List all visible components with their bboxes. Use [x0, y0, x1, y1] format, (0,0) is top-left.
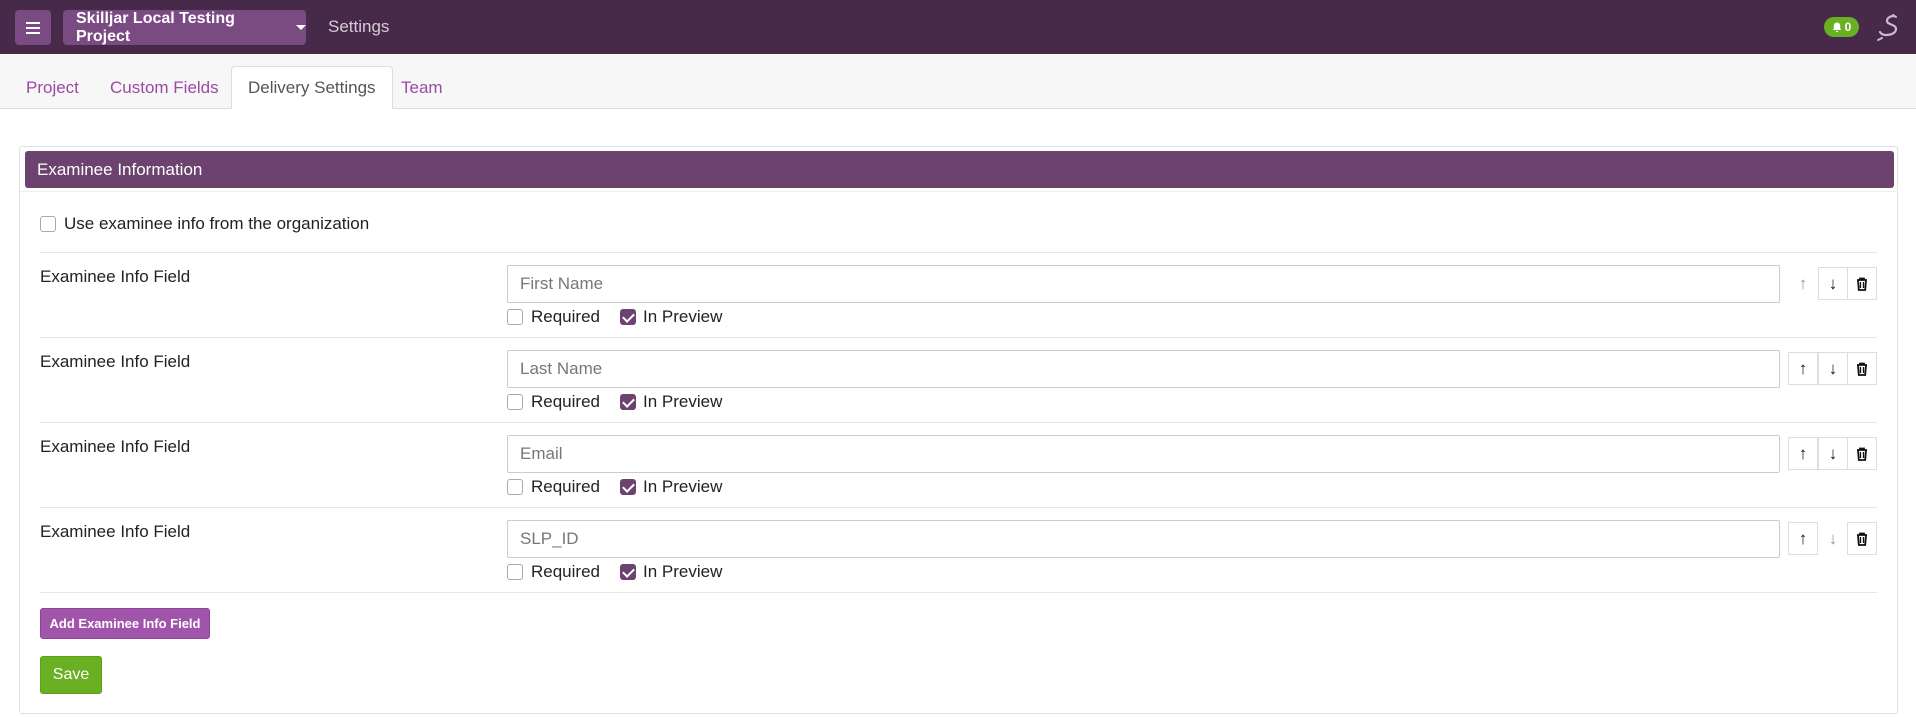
delete-field-button[interactable]: [1847, 352, 1877, 385]
required-checkbox[interactable]: [507, 564, 523, 580]
required-checkbox[interactable]: [507, 309, 523, 325]
examinee-info-field-input[interactable]: [507, 435, 1780, 473]
arrow-up-icon: ↑: [1798, 529, 1808, 548]
arrow-down-icon: ↓: [1828, 444, 1838, 463]
row-divider: [40, 252, 1877, 253]
trash-icon: [1857, 532, 1867, 546]
use-org-info-checkbox[interactable]: [40, 216, 56, 232]
arrow-up-icon: ↑: [1798, 444, 1808, 463]
move-down-button[interactable]: ↓: [1818, 522, 1848, 555]
arrow-down-icon: ↓: [1828, 529, 1838, 548]
tab-custom-fields[interactable]: Custom Fields: [94, 66, 235, 109]
use-org-info-label: Use examinee info from the organization: [64, 214, 370, 233]
settings-nav-link[interactable]: Settings: [328, 17, 389, 37]
examinee-info-field-label: Examinee Info Field: [40, 522, 191, 541]
project-name: Skilljar Local Testing Project: [76, 9, 235, 45]
in-preview-checkbox[interactable]: [620, 394, 636, 410]
move-up-button[interactable]: ↑: [1788, 437, 1818, 470]
required-checkbox[interactable]: [507, 394, 523, 410]
arrow-down-icon: ↓: [1828, 359, 1838, 378]
trash-icon: [1857, 447, 1867, 461]
panel-heading-divider: [20, 191, 1897, 192]
skilljar-logo-icon[interactable]: [1874, 12, 1904, 42]
row-divider: [40, 422, 1877, 423]
examinee-info-field-input[interactable]: [507, 520, 1780, 558]
required-checkbox[interactable]: [507, 479, 523, 495]
move-up-button[interactable]: ↑: [1788, 352, 1818, 385]
arrow-up-icon: ↑: [1798, 274, 1808, 293]
top-navbar: Skilljar Local Testing Project Settings …: [0, 0, 1916, 54]
add-examinee-info-field-button[interactable]: Add Examinee Info Field: [40, 608, 210, 639]
project-selector-dropdown[interactable]: Skilljar Local Testing Project: [63, 10, 306, 45]
in-preview-label: In Preview: [643, 392, 723, 411]
trash-icon: [1857, 277, 1867, 291]
tab-team[interactable]: Team: [385, 66, 459, 109]
in-preview-label: In Preview: [643, 307, 723, 326]
in-preview-checkbox[interactable]: [620, 479, 636, 495]
examinee-info-field-input[interactable]: [507, 265, 1780, 303]
bell-icon: [1832, 22, 1841, 32]
required-label: Required: [531, 562, 600, 581]
move-down-button[interactable]: ↓: [1818, 437, 1848, 470]
move-down-button[interactable]: ↓: [1818, 267, 1848, 300]
delete-field-button[interactable]: [1847, 522, 1877, 555]
caret-down-icon: [296, 25, 306, 30]
row-divider: [40, 507, 1877, 508]
panel-heading: Examinee Information: [25, 151, 1894, 188]
examinee-info-field-label: Examinee Info Field: [40, 267, 191, 286]
tab-delivery-settings[interactable]: Delivery Settings: [231, 66, 393, 109]
in-preview-label: In Preview: [643, 562, 723, 581]
hamburger-menu-button[interactable]: [15, 10, 51, 45]
in-preview-checkbox[interactable]: [620, 564, 636, 580]
tab-project[interactable]: Project: [10, 66, 95, 109]
examinee-info-field-input[interactable]: [507, 350, 1780, 388]
move-up-button[interactable]: ↑: [1788, 522, 1818, 555]
arrow-down-icon: ↓: [1828, 274, 1838, 293]
in-preview-checkbox[interactable]: [620, 309, 636, 325]
required-label: Required: [531, 307, 600, 326]
required-label: Required: [531, 392, 600, 411]
delete-field-button[interactable]: [1847, 267, 1877, 300]
notifications-badge[interactable]: 0: [1824, 17, 1859, 37]
required-label: Required: [531, 477, 600, 496]
examinee-info-field-label: Examinee Info Field: [40, 352, 191, 371]
arrow-up-icon: ↑: [1798, 359, 1808, 378]
row-divider: [40, 337, 1877, 338]
trash-icon: [1857, 362, 1867, 376]
examinee-info-field-label: Examinee Info Field: [40, 437, 191, 456]
delete-field-button[interactable]: [1847, 437, 1877, 470]
in-preview-label: In Preview: [643, 477, 723, 496]
move-down-button[interactable]: ↓: [1818, 352, 1848, 385]
save-button[interactable]: Save: [40, 656, 102, 694]
notification-count: 0: [1844, 20, 1852, 34]
move-up-button[interactable]: ↑: [1788, 267, 1818, 300]
hamburger-icon: [26, 26, 40, 29]
row-divider: [40, 592, 1877, 593]
